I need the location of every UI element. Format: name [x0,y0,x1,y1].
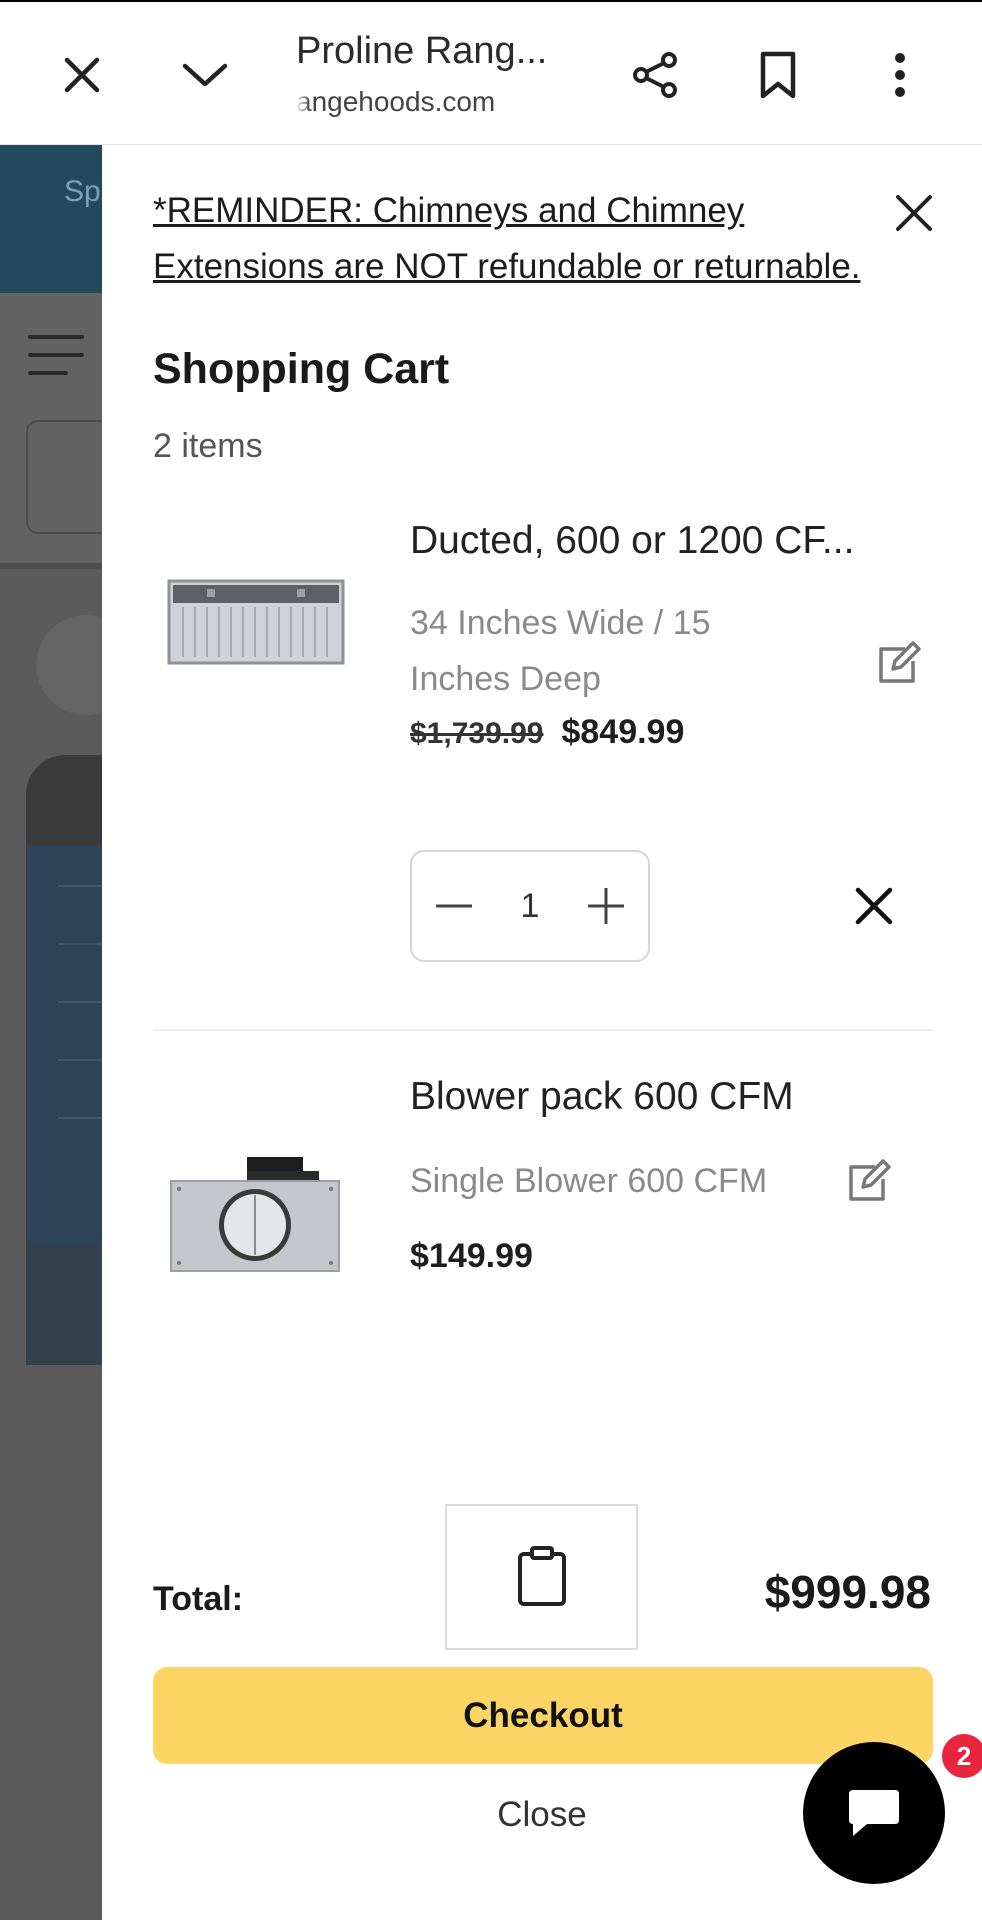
decrease-quantity-button[interactable] [434,886,474,926]
share-icon[interactable] [620,40,690,110]
bookmark-icon[interactable] [743,40,813,110]
total-value: $999.98 [764,1566,931,1618]
blower-pack-image[interactable] [169,1155,347,1277]
range-hood-image[interactable] [167,579,345,669]
product-variant: 34 Inches Wide / 15 Inches Deep [410,604,711,698]
cart-item-count: 2 items [153,427,263,465]
clipboard-button[interactable] [445,1504,638,1650]
chat-bubble-icon [849,1790,899,1836]
more-options-icon[interactable] [865,40,935,110]
product-variant: Single Blower 600 CFM [410,1162,768,1200]
background-banner: Sp [0,145,102,293]
hamburger-menu-icon [28,335,84,389]
price-row: $149.99 [410,1237,533,1276]
item-divider [153,1029,933,1031]
cart-items-list[interactable]: Ducted, 600 or 1200 CF... 34 Inches Wide… [102,515,982,1655]
edit-icon[interactable] [843,1155,895,1207]
chat-notification-badge: 2 [938,1730,982,1782]
quantity-stepper: 1 [410,850,650,962]
product-name[interactable]: Ducted, 600 or 1200 CF... [410,519,854,563]
price-row: $1,739.99 $849.99 [410,713,684,752]
background-divider [0,563,102,569]
close-drawer-icon[interactable] [886,185,942,241]
quantity-value[interactable]: 1 [521,887,540,926]
chevron-down-icon[interactable] [170,40,240,110]
close-tab-icon[interactable] [47,40,117,110]
chat-button[interactable] [803,1742,945,1884]
edit-icon[interactable] [873,637,925,689]
total-label: Total: [153,1580,244,1618]
page-url[interactable]: angehoods.com [296,86,526,118]
increase-quantity-button[interactable] [586,886,626,926]
item-price: $149.99 [410,1237,533,1275]
background-search-box [26,420,102,534]
page-title[interactable]: Proline Rang... [296,30,547,73]
cart-title: Shopping Cart [153,345,450,393]
background-banner-text: Sp [64,175,101,208]
background-circle [36,615,102,715]
checkout-button[interactable]: Checkout [153,1667,933,1764]
original-price: $1,739.99 [410,717,544,750]
product-name[interactable]: Blower pack 600 CFM [410,1075,794,1119]
background-page: Sp [0,145,102,1920]
reminder-link[interactable]: *REMINDER: Chimneys and Chimney Extensio… [153,183,873,295]
sale-price: $849.99 [561,713,685,751]
background-links [58,885,102,1175]
browser-toolbar: Proline Rang... angehoods.com [0,0,982,145]
remove-item-icon[interactable] [846,878,902,934]
cart-drawer: *REMINDER: Chimneys and Chimney Extensio… [102,145,982,1920]
